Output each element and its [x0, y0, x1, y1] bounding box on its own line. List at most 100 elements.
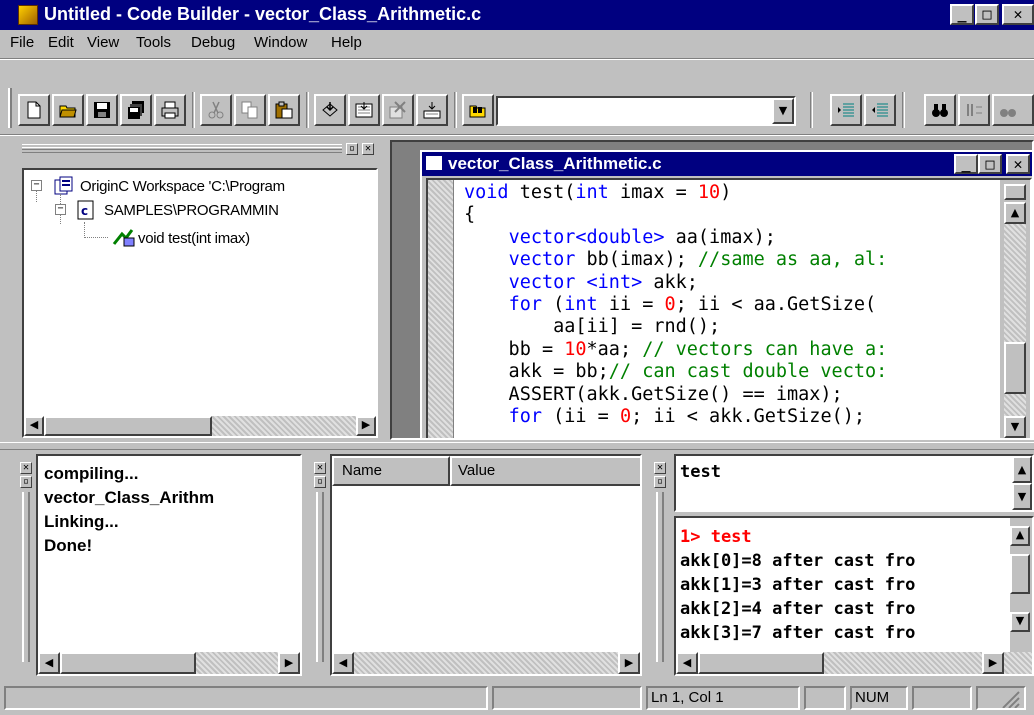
find-button[interactable] [924, 94, 956, 126]
indent-button[interactable] [830, 94, 862, 126]
dock-toggle-icon[interactable]: ▫ [314, 476, 326, 488]
save-all-button[interactable] [120, 94, 152, 126]
code-line[interactable]: for (int ii = 0; ii < aa.GetSize( [464, 294, 877, 316]
code-builder-app-icon[interactable] [18, 5, 38, 25]
scroll-left-icon[interactable]: ◀ [24, 416, 44, 436]
paste-button[interactable] [268, 94, 300, 126]
watch-list[interactable]: Name Value ◀ ▶ [330, 454, 642, 676]
build-button[interactable] [348, 94, 380, 126]
command-output[interactable]: 1> test akk[0]=8 after cast fro akk[1]=3 a… [674, 516, 1034, 676]
scroll-thumb[interactable] [1004, 342, 1026, 394]
command-input[interactable]: test ▲ ▼ [674, 454, 1034, 512]
close-icon[interactable]: ✕ [362, 143, 374, 155]
editor-vscrollbar[interactable]: ▲ ▼ [1000, 180, 1030, 438]
workspace-hscrollbar[interactable]: ◀ ▶ [24, 416, 376, 436]
scroll-up-icon[interactable]: ▲ [1010, 526, 1030, 546]
scroll-right-icon[interactable]: ▶ [278, 652, 300, 674]
close-button[interactable]: ✕ [1002, 4, 1034, 25]
code-line[interactable]: bb = 10*aa; // vectors can have a: [464, 339, 888, 361]
print-button[interactable] [154, 94, 186, 126]
tree-item-function[interactable]: void test(int imax) [138, 230, 250, 247]
size-grip[interactable] [976, 686, 1026, 710]
chevron-down-icon[interactable]: ▼ [772, 98, 794, 124]
code-line[interactable]: vector bb(imax); //same as aa, al: [464, 249, 888, 271]
command-hscrollbar[interactable]: ◀ ▶ [676, 652, 1032, 674]
scroll-left-icon[interactable]: ◀ [332, 652, 354, 674]
scroll-down-icon[interactable]: ▼ [1004, 416, 1026, 438]
code-line[interactable]: aa[ii] = rnd(); [464, 316, 720, 338]
collapse-icon[interactable]: − [31, 180, 42, 191]
editor-maximize-button[interactable]: □ [978, 154, 1002, 174]
output-hscrollbar[interactable]: ◀ ▶ [38, 652, 300, 674]
scroll-down-icon[interactable]: ▼ [1010, 612, 1030, 632]
rebuild-button[interactable] [382, 94, 414, 126]
close-icon[interactable]: ✕ [314, 462, 326, 474]
find-combo[interactable]: ▼ [496, 96, 796, 126]
save-button[interactable] [86, 94, 118, 126]
find-in-files-button[interactable] [462, 94, 494, 126]
column-header-value[interactable]: Value [450, 456, 640, 486]
compile-button[interactable] [314, 94, 346, 126]
workspace-tree[interactable]: − OriginC Workspace 'C:\Program − c SAMP… [22, 168, 378, 438]
menu-debug[interactable]: Debug [191, 34, 235, 51]
code-line[interactable]: ASSERT(akk.GetSize() == imax); [464, 384, 843, 406]
pane-splitter[interactable] [0, 442, 1034, 450]
code-line[interactable]: vector <int> akk; [464, 272, 698, 294]
code-line[interactable]: { [464, 204, 475, 226]
editor-close-button[interactable]: ✕ [1006, 154, 1030, 174]
code-line[interactable]: vector<double> aa(imax); [464, 227, 776, 249]
split-box[interactable] [1004, 184, 1026, 200]
scroll-up-icon[interactable]: ▲ [1004, 202, 1026, 224]
menu-view[interactable]: View [87, 34, 119, 51]
replace-button[interactable] [958, 94, 990, 126]
scroll-thumb[interactable] [698, 652, 824, 674]
new-file-button[interactable] [18, 94, 50, 126]
minimize-button[interactable]: _ [950, 4, 974, 25]
scroll-right-icon[interactable]: ▶ [618, 652, 640, 674]
output-grip[interactable] [22, 492, 30, 662]
find-next-button[interactable] [992, 94, 1034, 126]
toolbar-grip[interactable] [8, 88, 12, 128]
close-icon[interactable]: ✕ [20, 462, 32, 474]
output-window[interactable]: compiling... vector_Class_Arithm Linking… [36, 454, 302, 676]
code-line[interactable]: akk = bb;// can cast double vecto: [464, 361, 888, 383]
watch-hscrollbar[interactable]: ◀ ▶ [332, 652, 640, 674]
menu-file[interactable]: File [10, 34, 34, 51]
build-all-button[interactable] [416, 94, 448, 126]
code-line[interactable]: for (ii = 0; ii < akk.GetSize(); [464, 406, 865, 428]
scroll-thumb[interactable] [1010, 554, 1030, 594]
maximize-button[interactable]: □ [975, 4, 999, 25]
watch-grip[interactable] [316, 492, 324, 662]
tree-item-workspace[interactable]: OriginC Workspace 'C:\Program [80, 178, 285, 195]
menu-window[interactable]: Window [254, 34, 307, 51]
scroll-thumb[interactable] [60, 652, 196, 674]
dock-toggle-icon[interactable]: ▫ [346, 143, 358, 155]
command-grip[interactable] [656, 492, 664, 662]
menu-help[interactable]: Help [331, 34, 362, 51]
workspace-grip[interactable] [22, 144, 342, 153]
code-text[interactable]: void test(int imax = 10){ vector<double>… [456, 180, 996, 438]
menu-tools[interactable]: Tools [136, 34, 171, 51]
code-line[interactable]: void test(int imax = 10) [464, 182, 731, 204]
scroll-left-icon[interactable]: ◀ [676, 652, 698, 674]
scroll-down-icon[interactable]: ▼ [1012, 483, 1032, 510]
menu-edit[interactable]: Edit [48, 34, 74, 51]
editor-minimize-button[interactable]: _ [954, 154, 978, 174]
editor-title-bar[interactable]: vector_Class_Arithmetic.c _ □ ✕ [422, 152, 1032, 176]
tree-item-file[interactable]: SAMPLES\PROGRAMMIN [104, 202, 279, 219]
dock-toggle-icon[interactable]: ▫ [654, 476, 666, 488]
scroll-left-icon[interactable]: ◀ [38, 652, 60, 674]
outdent-button[interactable] [864, 94, 896, 126]
close-icon[interactable]: ✕ [654, 462, 666, 474]
collapse-icon[interactable]: − [55, 204, 66, 215]
scroll-thumb[interactable] [44, 416, 212, 436]
dock-toggle-icon[interactable]: ▫ [20, 476, 32, 488]
scroll-up-icon[interactable]: ▲ [1012, 456, 1032, 483]
code-editor[interactable]: void test(int imax = 10){ vector<double>… [426, 178, 1032, 438]
open-button[interactable] [52, 94, 84, 126]
command-vscrollbar[interactable]: ▲ ▼ [1010, 518, 1032, 652]
column-header-name[interactable]: Name [332, 456, 450, 486]
scroll-right-icon[interactable]: ▶ [356, 416, 376, 436]
copy-button[interactable] [234, 94, 266, 126]
cut-button[interactable] [200, 94, 232, 126]
